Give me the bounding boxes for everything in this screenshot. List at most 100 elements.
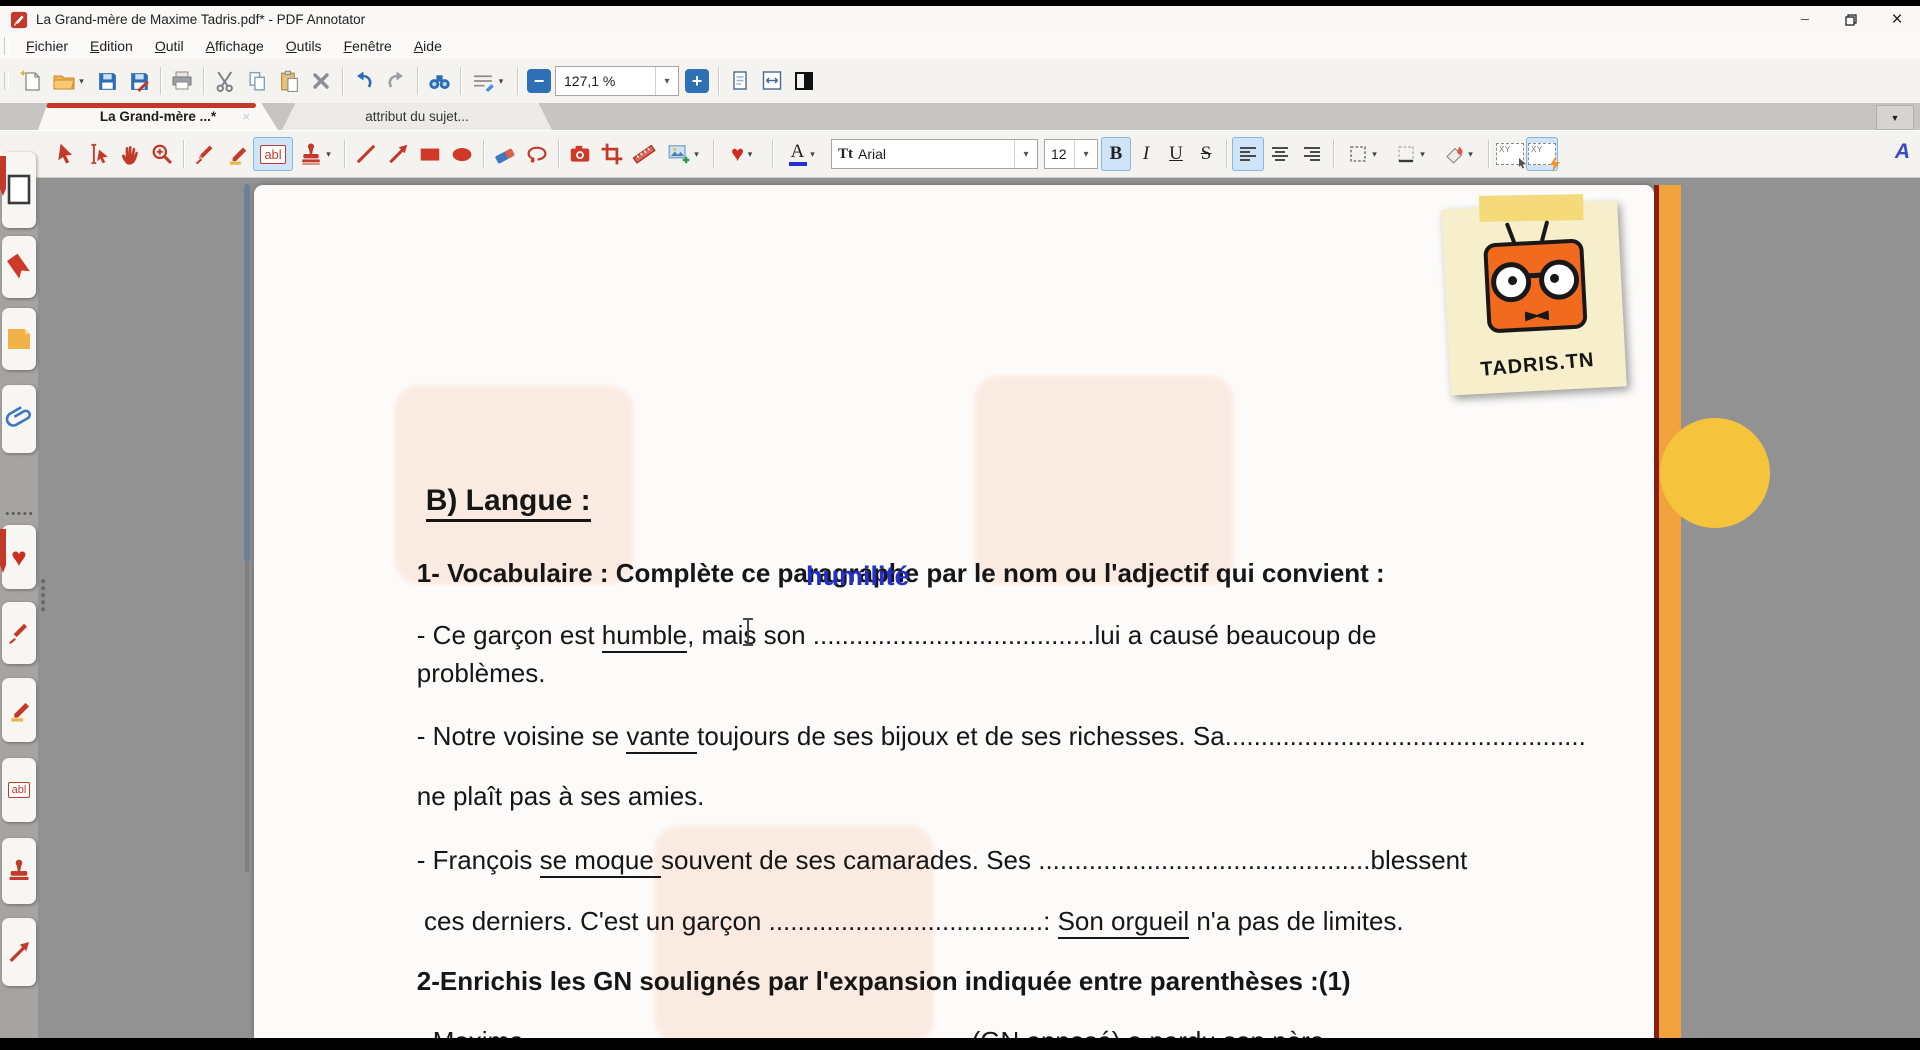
font-color-button[interactable]: A ▾: [778, 137, 828, 171]
text-run: n'a pas de limites.: [1189, 906, 1404, 936]
save-as-button[interactable]: [123, 65, 155, 97]
tab-la-grand-mere[interactable]: La Grand-mère ...* ×: [38, 103, 278, 130]
text-run: 2-Enrichis les GN soulignés par l'expans…: [416, 966, 1351, 996]
window-controls: ─ ×: [1782, 6, 1920, 33]
text-run: blessent: [1370, 845, 1468, 875]
sidebar-item-pen-tool[interactable]: [2, 602, 36, 664]
align-center-button[interactable]: [1264, 137, 1296, 171]
tab-attribut-du-sujet[interactable]: attribut du sujet...: [282, 103, 552, 130]
border-style-button[interactable]: ▾: [1339, 137, 1387, 171]
sidebar-toggle-button[interactable]: [788, 65, 820, 97]
arrow-tool-button[interactable]: [382, 137, 414, 171]
minimize-button[interactable]: ─: [1782, 6, 1828, 33]
rectangle-tool-button[interactable]: [414, 137, 446, 171]
panel-toggle-letter[interactable]: A: [1895, 140, 1910, 164]
menu-edition[interactable]: Edition: [79, 33, 144, 59]
crop-tool-button[interactable]: [596, 137, 628, 171]
tab-overflow-button[interactable]: ▼: [1876, 105, 1914, 130]
splitter-handle[interactable]: ● ● ● ● ●: [40, 577, 46, 615]
tab-close-icon[interactable]: ×: [242, 109, 250, 124]
menu-affichage[interactable]: Affichage: [195, 33, 275, 59]
stamp-dropdown-caret: ▾: [326, 148, 331, 159]
menu-aide[interactable]: Aide: [403, 33, 453, 59]
paste-button[interactable]: [273, 65, 305, 97]
measure-tool-button[interactable]: [628, 137, 660, 171]
tadris-tv-icon: [1483, 220, 1588, 334]
menu-outil[interactable]: Outil: [144, 33, 195, 59]
close-button[interactable]: ×: [1874, 6, 1920, 33]
pen-tool-button[interactable]: [189, 137, 221, 171]
sidebar-item-pages[interactable]: [0, 152, 36, 228]
photo-tool-button[interactable]: [564, 137, 596, 171]
bookmark-icon: [6, 253, 30, 279]
brand-text: TADRIS.TN: [1479, 348, 1596, 381]
toolbar-grip: [4, 72, 9, 90]
zoom-tool-button[interactable]: [146, 137, 178, 171]
sidebar-item-bookmarks[interactable]: [2, 236, 36, 298]
cut-button[interactable]: [209, 65, 241, 97]
lasso-tool-button[interactable]: [521, 137, 553, 171]
italic-button[interactable]: I: [1131, 137, 1161, 171]
underline-button[interactable]: U: [1161, 137, 1191, 171]
sidebar-item-favorite-heart[interactable]: ♥: [0, 525, 36, 589]
find-button[interactable]: [423, 65, 455, 97]
line-tool-button[interactable]: [350, 137, 382, 171]
pdf-page[interactable]: TADRIS.TN B) Langue : 1- Vocabulaire : C…: [254, 185, 1654, 1038]
select-tool-button[interactable]: [50, 137, 82, 171]
undo-button[interactable]: [348, 65, 380, 97]
fit-page-button[interactable]: [724, 65, 756, 97]
ellipse-tool-button[interactable]: [446, 137, 478, 171]
menu-outils[interactable]: Outils: [275, 33, 333, 59]
sidebar-item-marker-tool[interactable]: [2, 678, 36, 742]
sidebar-item-notes[interactable]: [2, 308, 36, 370]
page-icon: [7, 174, 31, 205]
zoom-out-icon: −: [533, 71, 545, 91]
image-add-button[interactable]: ▾: [660, 137, 708, 171]
sidebar-item-arrow-tool[interactable]: [2, 918, 36, 986]
align-right-button[interactable]: [1296, 137, 1328, 171]
delete-button[interactable]: [305, 65, 337, 97]
toolbar-grip: [4, 37, 9, 55]
strikethrough-button[interactable]: S: [1191, 137, 1221, 171]
text-tool-button[interactable]: abl: [253, 137, 293, 171]
ink-annotation-humilite[interactable]: humilité: [806, 561, 910, 592]
stamp-tool-button[interactable]: ▾: [293, 137, 339, 171]
border-bottom-button[interactable]: ▾: [1387, 137, 1435, 171]
sidebar-item-text-tool[interactable]: abl: [2, 758, 36, 822]
field-select-button[interactable]: XY: [1494, 137, 1526, 171]
save-button[interactable]: [91, 65, 123, 97]
new-document-button[interactable]: [15, 65, 47, 97]
zoom-combobox[interactable]: 127,1 % ▾: [555, 66, 679, 96]
field-auto-button[interactable]: XY: [1526, 137, 1560, 172]
sidebar-item-stamp-tool[interactable]: [2, 838, 36, 904]
zoom-out-button[interactable]: −: [527, 69, 551, 93]
zoom-value: 127,1 %: [564, 73, 616, 89]
vertical-scrollbar-thumb[interactable]: [244, 184, 250, 562]
fit-width-button[interactable]: [756, 65, 788, 97]
snap-lines-button[interactable]: ▾: [466, 65, 512, 97]
print-button[interactable]: [166, 65, 198, 97]
fit-page-icon: [733, 71, 747, 90]
text-select-tool-button[interactable]: [82, 137, 114, 171]
menu-fichier[interactable]: Fichier: [15, 33, 79, 59]
align-left-button[interactable]: [1232, 137, 1264, 171]
fill-color-button[interactable]: ▾: [1435, 137, 1483, 171]
zoom-in-button[interactable]: +: [685, 69, 709, 93]
font-size-combobox[interactable]: 12 ▾: [1044, 139, 1098, 169]
restore-icon: [1845, 13, 1857, 26]
text-run: problèmes.: [416, 658, 546, 688]
vertical-scrollbar-track[interactable]: [245, 562, 249, 872]
marker-tool-button[interactable]: [221, 137, 253, 171]
open-document-button[interactable]: ▾: [47, 65, 91, 97]
menu-fenetre[interactable]: Fenêtre: [333, 33, 403, 59]
sidebar-item-attachments[interactable]: [2, 385, 36, 453]
font-family-combobox[interactable]: Tt Arial ▾: [831, 139, 1038, 169]
hand-tool-button[interactable]: [114, 137, 146, 171]
eraser-tool-button[interactable]: [489, 137, 521, 171]
redo-button[interactable]: [380, 65, 412, 97]
restore-button[interactable]: [1828, 6, 1874, 33]
copy-button[interactable]: [241, 65, 273, 97]
bold-button[interactable]: B: [1101, 137, 1131, 171]
favorites-button[interactable]: ♥ ▾: [719, 137, 767, 171]
tadris-logo-note: TADRIS.TN: [1441, 194, 1627, 396]
